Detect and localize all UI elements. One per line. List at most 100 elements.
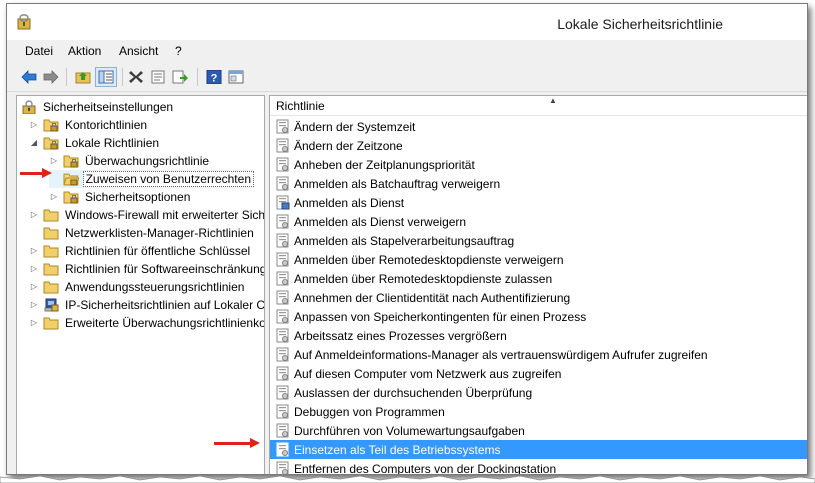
security-settings-icon [22,100,36,114]
list-item[interactable]: Anmelden als Dienst verweigern [270,212,807,231]
list-item[interactable]: Anheben der Zeitplanungspriorität [270,155,807,174]
list-item-label: Anmelden als Stapelverarbeitungsauftrag [294,233,515,248]
expand-icon[interactable]: ▷ [29,120,39,130]
list-item[interactable]: Auf Anmeldeinformations-Manager als vert… [270,345,807,364]
expand-icon[interactable]: ▷ [29,210,39,220]
expand-icon[interactable]: ▷ [29,318,39,328]
folder-lock-icon [43,119,59,132]
list-item[interactable]: Anmelden als Stapelverarbeitungsauftrag [270,231,807,250]
expand-icon[interactable]: ▷ [49,192,59,202]
properties-icon[interactable] [147,67,169,87]
expand-icon[interactable]: ▷ [29,264,39,274]
tree-item-erweiterte-ueberwachung[interactable]: ▷ Erweiterte Überwachungsrichtlinienko [29,314,264,332]
list-item-label: Auslassen der durchsuchenden Überprüfung [294,385,533,400]
menu-ansicht[interactable]: Ansicht [119,44,158,58]
list-item[interactable]: Durchführen von Volumewartungsaufgaben [270,421,807,440]
list-item[interactable]: Arbeitssatz eines Prozesses vergrößern [270,326,807,345]
folder-icon [43,317,59,330]
expand-icon[interactable]: ▷ [29,300,39,310]
description-bar-icon[interactable] [225,67,247,87]
tree-item-label: Richtlinien für öffentliche Schlüssel [65,244,251,258]
policy-service-icon [276,195,290,210]
forward-icon[interactable] [40,67,62,87]
expand-icon[interactable]: ▷ [29,246,39,256]
list-item[interactable]: Auslassen der durchsuchenden Überprüfung [270,383,807,402]
svg-text:?: ? [211,73,218,85]
list-header[interactable]: Richtlinie ▲ [270,96,807,116]
tree-item-windows-firewall[interactable]: ▷ Windows-Firewall mit erweiterter Sich [29,206,264,224]
show-hide-tree-icon[interactable] [95,67,117,87]
menu-help[interactable]: ? [175,44,182,58]
policy-icon [276,442,289,457]
tree-item-label: Sicherheitsoptionen [85,190,191,204]
collapse-icon[interactable]: ◢ [29,138,39,148]
policy-icon [276,366,289,381]
list-item-label: Anpassen von Speicherkontingenten für ei… [294,309,587,324]
tree-item-kontorichtlinien[interactable]: ▷ Kontorichtlinien [29,116,149,134]
toolbar: ? [7,62,807,92]
policy-icon [276,233,289,248]
tree-item-softwareeinschraenkung[interactable]: ▷ Richtlinien für Softwareeinschränkung [29,260,265,278]
folder-lock-icon [63,191,79,204]
policy-icon [276,347,289,362]
tree-item-lokale-richtlinien[interactable]: ◢ Lokale Richtlinien [29,134,161,152]
list-item[interactable]: Anmelden als Dienst [270,193,807,212]
tree-item-ueberwachungsrichtlinie[interactable]: ▷ Überwachungsrichtlinie [49,152,211,170]
policy-icon [276,157,289,172]
menu-aktion[interactable]: Aktion [68,44,101,58]
list-item-label: Arbeitssatz eines Prozesses vergrößern [294,328,507,343]
console-tree[interactable]: Sicherheitseinstellungen ▷ Kontorichtlin… [16,95,265,474]
list-item[interactable]: Ändern der Zeitzone [270,136,807,155]
toolbar-separator [197,68,198,86]
list-item-label: Anmelden als Dienst verweigern [294,214,467,229]
list-item[interactable]: Ändern der Systemzeit [270,117,807,136]
expand-icon[interactable]: ▷ [49,156,59,166]
list-item-label: Debuggen von Programmen [294,404,445,419]
column-header-richtlinie[interactable]: Richtlinie [276,99,325,113]
tree-item-anwendungssteuerung[interactable]: ▷ Anwendungssteuerungsrichtlinien [29,278,246,296]
folder-lock-icon [63,155,79,168]
policy-icon [276,176,289,191]
annotation-arrow [20,168,52,178]
list-item[interactable]: Auf diesen Computer vom Netzwerk aus zug… [270,364,807,383]
list-item[interactable]: Debuggen von Programmen [270,402,807,421]
list-item-label: Anmelden als Batchauftrag verweigern [294,176,501,191]
tree-item-label: Richtlinien für Softwareeinschränkung [65,262,265,276]
list-item[interactable]: Anmelden über Remotedesktopdienste verwe… [270,250,807,269]
tree-item-label: Netzwerklisten-Manager-Richtlinien [65,226,254,240]
tree-item-oeffentliche-schluessel[interactable]: ▷ Richtlinien für öffentliche Schlüssel [29,242,252,260]
list-item[interactable]: Anmelden über Remotedesktopdienste zulas… [270,269,807,288]
list-item[interactable]: Anmelden als Batchauftrag verweigern [270,174,807,193]
policy-icon [276,385,289,400]
window-title: Lokale Sicherheitsrichtlinie [557,16,723,32]
tree-item-zuweisen-von-benutzerrechten[interactable]: Zuweisen von Benutzerrechten [49,170,254,188]
help-icon[interactable]: ? [203,67,225,87]
tree-item-sicherheitsoptionen[interactable]: ▷ Sicherheitsoptionen [49,188,192,206]
policy-list[interactable]: Richtlinie ▲ Ändern der Systemzeit Ändern… [269,95,807,474]
tree-item-netzwerklisten-manager[interactable]: Netzwerklisten-Manager-Richtlinien [29,224,256,242]
tree-item-security-settings[interactable]: Sicherheitseinstellungen [21,98,175,116]
tree-item-label: Kontorichtlinien [65,118,148,132]
list-item[interactable]: Anpassen von Speicherkontingenten für ei… [270,307,807,326]
policy-icon [276,138,289,153]
tree-item-ip-sicherheitsrichtlinien[interactable]: ▷ IP-Sicherheitsrichtlinien auf Lokaler … [29,296,264,314]
list-item-label: Anheben der Zeitplanungspriorität [294,157,475,172]
tree-item-label: Anwendungssteuerungsrichtlinien [65,280,245,294]
policy-icon [276,214,289,229]
policy-icon [276,290,289,305]
folder-icon [43,209,59,222]
policy-icon [276,404,289,419]
export-list-icon[interactable] [169,67,191,87]
expand-icon[interactable]: ▷ [29,282,39,292]
back-icon[interactable] [18,67,40,87]
title-bar[interactable]: Lokale Sicherheitsrichtlinie [7,4,807,40]
list-item[interactable]: Einsetzen als Teil des Betriebssystems [270,440,807,459]
delete-icon[interactable] [125,67,147,87]
menu-datei[interactable]: Datei [25,44,53,58]
policy-icon [276,423,289,438]
up-folder-icon[interactable] [72,67,94,87]
toolbar-separator [122,68,123,86]
toolbar-separator [66,68,67,86]
list-item[interactable]: Annehmen der Clientidentität nach Authen… [270,288,807,307]
